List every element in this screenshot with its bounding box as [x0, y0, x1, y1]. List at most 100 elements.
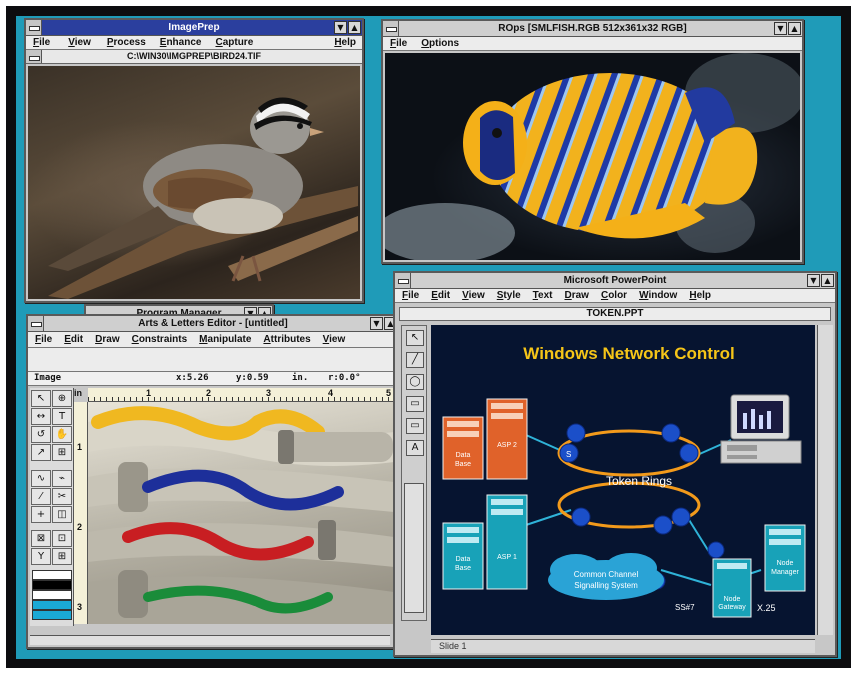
image-document-titlebar[interactable]: C:\WIN30\IMGPREP\BIRD24.TIF: [26, 50, 362, 64]
slide-status-bar: Slide 1: [431, 639, 815, 653]
menu-draw[interactable]: Draw: [95, 332, 119, 347]
connect-tool-icon[interactable]: ↔: [31, 408, 51, 425]
server-data-base-bottom: Data Base: [442, 522, 484, 590]
imageprep-titlebar[interactable]: ImagePrep ▼ ▲: [26, 20, 362, 36]
menu-enhance[interactable]: Enhance: [160, 36, 202, 49]
color-swatch[interactable]: [32, 600, 72, 610]
curve-tool-icon[interactable]: ∿: [31, 470, 51, 487]
server-asp2: ASP 2: [486, 398, 528, 480]
menu-view[interactable]: View: [68, 36, 91, 49]
rops-window[interactable]: ROps [SMLFISH.RGB 512x361x32 RGB] ▼ ▲ Fi…: [381, 19, 804, 264]
scissors-tool-icon[interactable]: ✂: [52, 488, 72, 505]
color-swatch[interactable]: [32, 590, 72, 600]
sparrow-image: [48, 97, 358, 299]
menu-file[interactable]: File: [390, 37, 407, 50]
document-titlebar[interactable]: TOKEN.PPT: [399, 307, 831, 321]
ring-node-label: S: [566, 450, 571, 459]
table-tool-icon[interactable]: ⊞: [52, 548, 72, 565]
menu-view[interactable]: View: [323, 332, 346, 347]
hand-tool-icon[interactable]: ✋: [52, 426, 72, 443]
document-menu-icon[interactable]: [26, 50, 42, 63]
sparrow-photo[interactable]: [28, 66, 360, 299]
imageprep-window[interactable]: ImagePrep ▼ ▲ File View Process Enhance Capt…: [24, 18, 364, 303]
menu-attributes[interactable]: Attributes: [263, 332, 310, 347]
slide-canvas[interactable]: Windows Network Control Token Rings S Da…: [431, 325, 815, 635]
system-menu-icon[interactable]: [28, 316, 44, 331]
rotate-tool-icon[interactable]: ↺: [31, 426, 51, 443]
menu-options[interactable]: Options: [421, 37, 459, 50]
text-tool-icon[interactable]: T: [52, 408, 72, 425]
system-menu-icon[interactable]: [395, 273, 411, 288]
menu-view[interactable]: View: [462, 289, 485, 302]
menu-help[interactable]: Help: [689, 289, 711, 302]
line-tool-icon[interactable]: ╱: [406, 352, 424, 368]
menu-color[interactable]: Color: [601, 289, 627, 302]
skew-tool-icon[interactable]: ↗: [31, 444, 51, 461]
ruler-tick-label: 3: [266, 388, 272, 398]
menu-window[interactable]: Window: [639, 289, 677, 302]
arts-letters-window[interactable]: Arts & Letters Editor - [untitled] ▼ ▲ F…: [26, 314, 400, 649]
rops-titlebar[interactable]: ROps [SMLFISH.RGB 512x361x32 RGB] ▼ ▲: [383, 21, 802, 37]
powerpoint-window[interactable]: Microsoft PowerPoint ▼ ▲ File Edit View Sty…: [393, 271, 837, 657]
slide-scrollbar[interactable]: [404, 483, 424, 613]
mode-label: Image: [34, 373, 62, 383]
menu-draw[interactable]: Draw: [564, 289, 588, 302]
cloud-label-line2: Signalling System: [574, 581, 638, 590]
zoom-tool-icon[interactable]: ⊕: [52, 390, 72, 407]
pipes-photo[interactable]: [88, 402, 394, 624]
menu-help[interactable]: Help: [334, 36, 356, 49]
menu-text[interactable]: Text: [533, 289, 553, 302]
grid-tool-icon[interactable]: ⊞: [52, 444, 72, 461]
maximize-icon[interactable]: ▲: [788, 22, 801, 35]
menu-file[interactable]: File: [35, 332, 52, 347]
minimize-icon[interactable]: ▼: [774, 22, 787, 35]
pointer-tool-icon[interactable]: ↖: [31, 390, 51, 407]
ellipse-tool-icon[interactable]: ◯: [406, 374, 424, 390]
minimize-icon[interactable]: ▼: [807, 274, 820, 287]
vertical-scrollbar[interactable]: [817, 325, 833, 635]
square-tool-icon[interactable]: ⊡: [52, 530, 72, 547]
ruler-tick-label: 1: [146, 388, 152, 398]
text-tool-icon[interactable]: A: [406, 440, 424, 456]
join-tool-icon[interactable]: Y: [31, 548, 51, 565]
freehand-tool-icon[interactable]: ⌁: [52, 470, 72, 487]
box-tool-icon[interactable]: ⊠: [31, 530, 51, 547]
maximize-icon[interactable]: ▲: [348, 21, 361, 34]
arts-toolbox: ↖ ⊕ ↔ T ↺ ✋ ↗ ⊞ ∿ ⌁ ⁄ ✂ + ◫ ⊠ ⊡ Y ⊞: [30, 388, 74, 626]
y-coordinate: y:0.59: [236, 373, 269, 383]
arts-letters-titlebar[interactable]: Arts & Letters Editor - [untitled] ▼ ▲: [28, 316, 398, 332]
system-menu-icon[interactable]: [383, 21, 399, 36]
system-menu-icon[interactable]: [26, 20, 42, 35]
rounded-rectangle-tool-icon[interactable]: ▭: [406, 418, 424, 434]
x25-label: X.25: [757, 603, 776, 613]
photo-frame: ImagePrep ▼ ▲ File View Process Enhance Capt…: [6, 6, 851, 668]
svg-text:Base: Base: [455, 565, 471, 572]
menu-file[interactable]: File: [33, 36, 50, 49]
color-swatch[interactable]: [32, 610, 72, 620]
line-tool-icon[interactable]: ⁄: [31, 488, 51, 505]
horizontal-scrollbar[interactable]: [30, 635, 390, 645]
pointer-tool-icon[interactable]: ↖: [406, 330, 424, 346]
angelfish-photo[interactable]: [385, 53, 800, 260]
menu-manipulate[interactable]: Manipulate: [199, 332, 251, 347]
menu-edit[interactable]: Edit: [431, 289, 450, 302]
crosshair-tool-icon[interactable]: +: [31, 506, 51, 523]
angelfish-image: [385, 53, 800, 260]
menu-edit[interactable]: Edit: [64, 332, 83, 347]
powerpoint-titlebar[interactable]: Microsoft PowerPoint ▼ ▲: [395, 273, 835, 289]
powerpoint-menubar: File Edit View Style Text Draw Color Window Help: [395, 289, 835, 303]
window-title: Arts & Letters Editor - [untitled]: [138, 318, 288, 329]
image-file-path: C:\WIN30\IMGPREP\BIRD24.TIF: [126, 51, 261, 61]
minimize-icon[interactable]: ▼: [370, 317, 383, 330]
maximize-icon[interactable]: ▲: [821, 274, 834, 287]
menu-capture[interactable]: Capture: [215, 36, 253, 49]
minimize-icon[interactable]: ▼: [334, 21, 347, 34]
menu-constraints[interactable]: Constraints: [132, 332, 188, 347]
frame-tool-icon[interactable]: ◫: [52, 506, 72, 523]
menu-style[interactable]: Style: [497, 289, 521, 302]
color-swatch[interactable]: [32, 580, 72, 590]
rectangle-tool-icon[interactable]: ▭: [406, 396, 424, 412]
color-swatch[interactable]: [32, 570, 72, 580]
menu-file[interactable]: File: [402, 289, 419, 302]
menu-process[interactable]: Process: [107, 36, 146, 49]
